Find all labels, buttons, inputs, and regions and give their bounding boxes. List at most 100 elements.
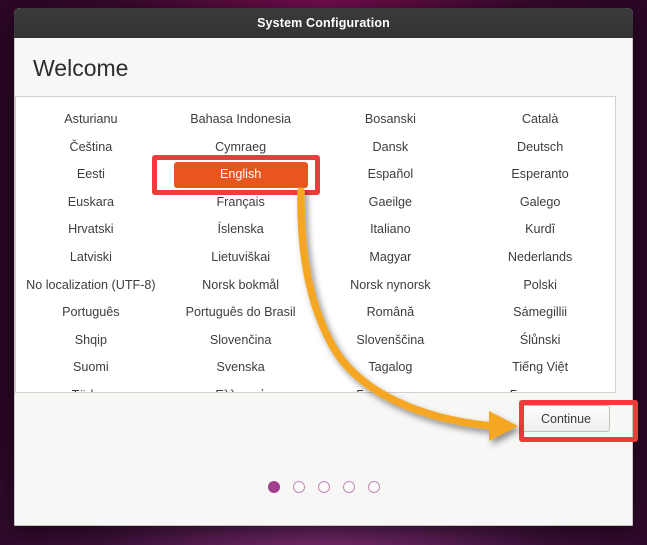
language-list[interactable]: Asturianu Bahasa Indonesia Bosanski Català Č…: [15, 96, 616, 393]
language-option-label: Esperanto: [511, 167, 569, 182]
continue-button[interactable]: Continue: [522, 405, 610, 432]
language-option[interactable]: Slovenščina: [316, 327, 466, 355]
language-option[interactable]: Ελληνικά: [166, 382, 316, 392]
language-option[interactable]: Cymraeg: [166, 134, 316, 162]
language-option-label: English: [219, 167, 262, 182]
page-indicator-dot: [267, 481, 280, 493]
window-title: System Configuration: [257, 16, 390, 30]
language-option[interactable]: Nederlands: [465, 244, 615, 272]
language-option-label: Français: [216, 194, 265, 209]
language-option[interactable]: Português do Brasil: [166, 299, 316, 327]
language-option[interactable]: Asturianu: [16, 106, 166, 134]
language-option-label: Euskara: [67, 194, 114, 209]
language-option[interactable]: Română: [316, 299, 466, 327]
language-option-label: Lietuviškai: [211, 249, 271, 264]
language-option-label: Gaeilge: [368, 194, 413, 209]
language-option-label: Slovenčina: [209, 332, 272, 347]
language-option-label: Português do Brasil: [185, 305, 296, 320]
page-indicator-dot: [367, 481, 380, 493]
language-option-label: Norsk bokmål: [202, 277, 280, 292]
page-indicator-dot: [317, 481, 330, 493]
language-option[interactable]: Kurdî: [465, 216, 615, 244]
language-option[interactable]: Bahasa Indonesia: [166, 106, 316, 134]
language-option[interactable]: Hrvatski: [16, 216, 166, 244]
language-option[interactable]: Suomi: [16, 354, 166, 382]
language-option-label: Magyar: [369, 249, 412, 264]
language-option[interactable]: Lietuviškai: [166, 244, 316, 272]
language-option[interactable]: Svenska: [166, 354, 316, 382]
language-option-label: Tiếng Việt: [512, 360, 569, 375]
language-option[interactable]: Bosanski: [316, 106, 466, 134]
page-indicator-dot: [342, 481, 355, 493]
language-option-label: Hrvatski: [68, 222, 114, 237]
language-option-label: Català: [521, 112, 559, 126]
language-option-label: Română: [366, 305, 415, 320]
language-option[interactable]: Català: [465, 106, 615, 134]
language-option[interactable]: No localization (UTF-8): [16, 272, 166, 300]
language-option-label: Kurdî: [525, 222, 556, 237]
window-titlebar: System Configuration: [14, 8, 633, 38]
language-option[interactable]: Беларуская: [316, 382, 466, 392]
language-option[interactable]: Deutsch: [465, 134, 615, 162]
language-option-label: Tagalog: [368, 360, 413, 375]
language-option-label: Sámegillii: [513, 305, 568, 320]
language-option-label: Asturianu: [64, 112, 118, 126]
language-option[interactable]: Norsk nynorsk: [316, 272, 466, 300]
page-indicator-dot: [292, 481, 305, 493]
language-option[interactable]: Slovenčina: [166, 327, 316, 355]
language-option[interactable]: Íslenska: [166, 216, 316, 244]
language-option-label: Latviski: [69, 249, 112, 264]
language-option[interactable]: Dansk: [316, 134, 466, 162]
language-option[interactable]: Polski: [465, 272, 615, 300]
language-option-label: Bahasa Indonesia: [190, 112, 292, 126]
dialog-body: Welcome Asturianu Bahasa Indonesia Bosansk…: [14, 38, 633, 526]
language-option[interactable]: Español: [316, 161, 466, 189]
language-option[interactable]: Shqip: [16, 327, 166, 355]
language-option-label: Čeština: [69, 139, 113, 154]
language-option-label: Svenska: [216, 360, 265, 375]
language-option-label: Български: [510, 388, 571, 392]
language-option-label: Shqip: [74, 332, 107, 347]
language-option[interactable]: Magyar: [316, 244, 466, 272]
language-grid: Asturianu Bahasa Indonesia Bosanski Català Č…: [16, 97, 615, 392]
system-configuration-window: System Configuration Welcome Asturianu Ba…: [14, 8, 633, 526]
language-option-label: Slovenščina: [356, 332, 425, 347]
language-option[interactable]: Tagalog: [316, 354, 466, 382]
language-option-label: Ślůnski: [519, 332, 561, 347]
language-option-label: Italiano: [370, 222, 411, 237]
language-option[interactable]: Euskara: [16, 189, 166, 217]
language-option[interactable]: Tiếng Việt: [465, 354, 615, 382]
language-option[interactable]: Norsk bokmål: [166, 272, 316, 300]
language-option-label: Suomi: [73, 360, 109, 375]
language-option[interactable]: Gaeilge: [316, 189, 466, 217]
language-option-label: Español: [367, 167, 414, 182]
language-option-label: Português: [62, 305, 120, 320]
language-option[interactable]: Türkçe: [16, 382, 166, 392]
language-option[interactable]: Български: [465, 382, 615, 392]
language-option[interactable]: Sámegillii: [465, 299, 615, 327]
language-option[interactable]: Italiano: [316, 216, 466, 244]
continue-button-label: Continue: [540, 411, 592, 426]
language-option-label: Nederlands: [507, 249, 573, 264]
page-indicator: [15, 481, 632, 493]
language-option[interactable]: English: [166, 161, 316, 189]
language-option-label: Türkçe: [72, 388, 111, 392]
language-option-label: Deutsch: [517, 139, 564, 154]
language-option[interactable]: Esperanto: [465, 161, 615, 189]
language-option[interactable]: Galego: [465, 189, 615, 217]
language-option-label: Dansk: [372, 139, 409, 154]
language-option-label: Eesti: [76, 167, 105, 182]
language-option-label: Bosanski: [364, 112, 416, 126]
language-option-label: No localization (UTF-8): [26, 277, 156, 292]
language-option[interactable]: Português: [16, 299, 166, 327]
language-option[interactable]: Ślůnski: [465, 327, 615, 355]
language-option-label: Беларуская: [356, 388, 424, 392]
language-option-label: Polski: [523, 277, 557, 292]
language-option-label: Norsk nynorsk: [350, 277, 431, 292]
language-option[interactable]: Latviski: [16, 244, 166, 272]
language-option-label: Ελληνικά: [215, 388, 266, 392]
language-option[interactable]: Français: [166, 189, 316, 217]
page-title: Welcome: [33, 55, 129, 81]
language-option[interactable]: Eesti: [16, 161, 166, 189]
language-option[interactable]: Čeština: [16, 134, 166, 162]
